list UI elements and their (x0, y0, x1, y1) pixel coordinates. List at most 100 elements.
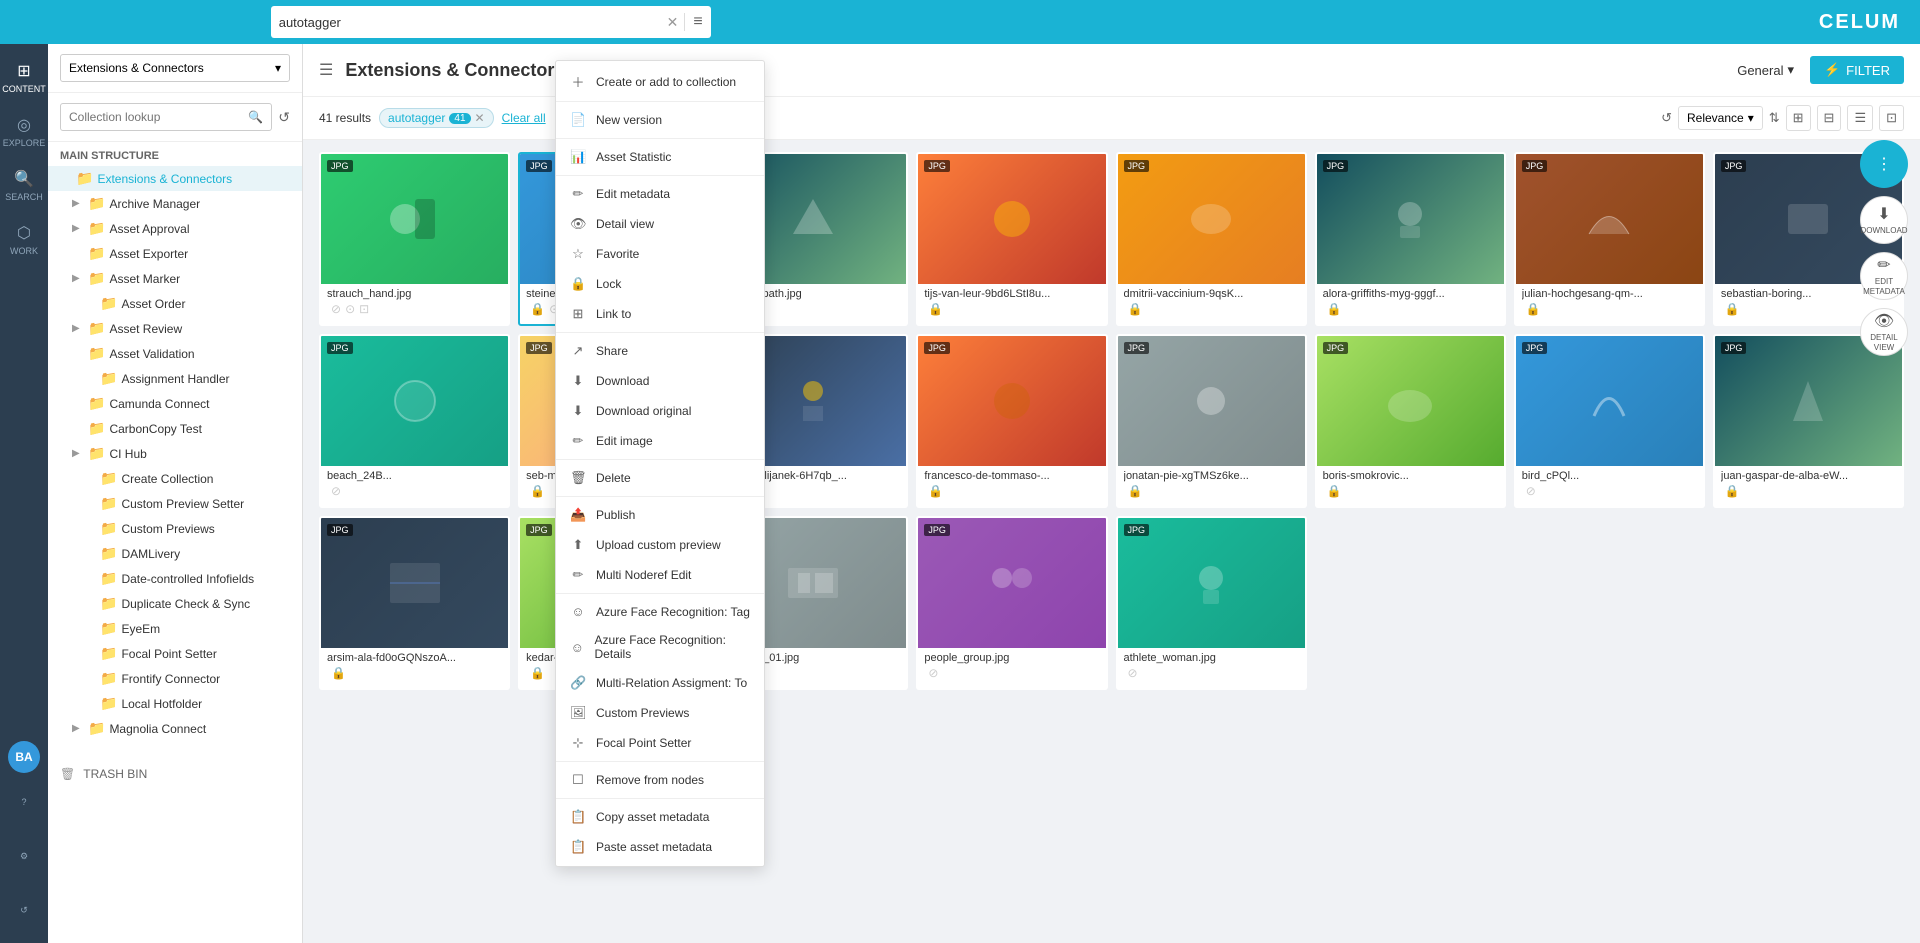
grid-view-button[interactable]: ⊞ (1786, 105, 1811, 131)
tree-item-asset-approval[interactable]: ▶ 📁 Asset Approval (48, 216, 302, 241)
menu-item-copy-asset-metadata[interactable]: 📋 Copy asset metadata (556, 802, 764, 832)
tree-item-asset-validation[interactable]: 📁 Asset Validation (48, 341, 302, 366)
action-icon[interactable]: ⊙ (345, 302, 355, 316)
results-refresh-icon[interactable]: ↺ (1661, 110, 1672, 126)
menu-item-new-version[interactable]: 📄 New version (556, 105, 764, 135)
menu-item-publish[interactable]: 📤 Publish (556, 500, 764, 530)
help-button[interactable]: ? (2, 777, 46, 827)
image-card[interactable]: JPG juan-gaspar-de-alba-eW... 🔒 (1713, 334, 1904, 508)
tree-item-carboncopy-test[interactable]: 📁 CarbonCopy Test (48, 416, 302, 441)
menu-item-upload-custom-preview[interactable]: ⬆ Upload custom preview (556, 530, 764, 560)
tree-item-duplicate-check[interactable]: 📁 Duplicate Check & Sync (48, 591, 302, 616)
tree-item-asset-order[interactable]: 📁 Asset Order (48, 291, 302, 316)
tree-item-ci-hub[interactable]: ▶ 📁 CI Hub (48, 441, 302, 466)
trash-bin-item[interactable]: 🗑 TRASH BIN (48, 761, 302, 787)
tree-item-assignment-handler[interactable]: 📁 Assignment Handler (48, 366, 302, 391)
tree-item-asset-exporter[interactable]: 📁 Asset Exporter (48, 241, 302, 266)
image-card[interactable]: JPG bird_cPQl... ⊘ (1514, 334, 1705, 508)
tree-item-date-controlled[interactable]: 📁 Date-controlled Infofields (48, 566, 302, 591)
tree-item-asset-review[interactable]: ▶ 📁 Asset Review (48, 316, 302, 341)
user-avatar[interactable]: BA (8, 741, 40, 773)
collection-lookup-input[interactable] (69, 110, 242, 124)
lock-icon[interactable]: 🔒 (530, 484, 545, 498)
sidebar-item-explore[interactable]: ◎ Explore (2, 106, 46, 156)
image-card[interactable]: JPG tijs-van-leur-9bd6LStI8u... 🔒 (916, 152, 1107, 326)
edit-metadata-fab-button[interactable]: ✏ EDIT METADATA (1860, 252, 1908, 300)
tree-item-archive-manager[interactable]: ▶ 📁 Archive Manager (48, 191, 302, 216)
image-card[interactable]: JPG boris-smokrovic... 🔒 (1315, 334, 1506, 508)
split-view-button[interactable]: ⊡ (1879, 105, 1904, 131)
lock-icon[interactable]: 🔒 (1725, 484, 1740, 498)
menu-item-download-original[interactable]: ⬇ Download original (556, 396, 764, 426)
image-card[interactable]: JPG athlete_woman.jpg ⊘ (1116, 516, 1307, 690)
sidebar-item-search[interactable]: 🔍 Search (2, 160, 46, 210)
lock-icon[interactable]: 🔒 (1128, 302, 1143, 316)
filter-button[interactable]: ⚡ FILTER (1810, 56, 1904, 84)
image-card[interactable]: JPG beach_24B... ⊘ (319, 334, 510, 508)
sync-button[interactable]: ↺ (2, 885, 46, 935)
menu-item-azure-face-details[interactable]: ☺ Azure Face Recognition: Details (556, 626, 764, 668)
lock-icon[interactable]: 🔒 (530, 666, 545, 680)
menu-item-create-collection[interactable]: ＋ Create or add to collection (556, 65, 764, 98)
menu-item-edit-image[interactable]: ✏ Edit image (556, 426, 764, 456)
image-card[interactable]: JPG arsim-ala-fd0oGQNszoA... 🔒 (319, 516, 510, 690)
menu-item-paste-asset-metadata[interactable]: 📋 Paste asset metadata (556, 832, 764, 862)
menu-item-azure-face-tag[interactable]: ☺ Azure Face Recognition: Tag (556, 597, 764, 626)
hamburger-menu-icon[interactable]: ☰ (319, 60, 333, 80)
image-card[interactable]: JPG jonatan-pie-xgTMSz6ke... 🔒 (1116, 334, 1307, 508)
menu-item-favorite[interactable]: ☆ Favorite (556, 239, 764, 269)
menu-item-link-to[interactable]: ⊞ Link to (556, 299, 764, 329)
action-icon[interactable]: ⊘ (1128, 666, 1138, 680)
filter-tag-remove-icon[interactable]: ✕ (475, 111, 485, 125)
lock-icon[interactable]: 🔒 (1128, 484, 1143, 498)
general-dropdown[interactable]: General ▾ (1729, 58, 1802, 82)
sort-dropdown[interactable]: Relevance ▾ (1678, 106, 1763, 130)
menu-item-focal-point-setter[interactable]: ⊹ Focal Point Setter (556, 728, 764, 758)
lock-icon[interactable]: 🔒 (1327, 302, 1342, 316)
tree-item-extensions-connectors[interactable]: 📁 Extensions & Connectors (48, 166, 302, 191)
menu-item-custom-previews[interactable]: 🖼 Custom Previews (556, 698, 764, 728)
action-icon[interactable]: ⊘ (1526, 484, 1536, 498)
menu-item-multi-relation-assignment[interactable]: 🔗 Multi-Relation Assigment: To (556, 668, 764, 698)
image-card[interactable]: JPG strauch_hand.jpg ⊘ ⊙ ⊡ (319, 152, 510, 326)
detail-view-fab-button[interactable]: 👁 DETAIL VIEW (1860, 308, 1908, 356)
tree-item-frontify-connector[interactable]: 📁 Frontify Connector (48, 666, 302, 691)
lock-icon[interactable]: 🔒 (530, 302, 545, 316)
image-card[interactable]: JPG people_group.jpg ⊘ (916, 516, 1107, 690)
action-icon[interactable]: ⊘ (331, 484, 341, 498)
tree-item-custom-preview-setter[interactable]: 📁 Custom Preview Setter (48, 491, 302, 516)
tree-item-create-collection[interactable]: 📁 Create Collection (48, 466, 302, 491)
menu-item-edit-metadata[interactable]: ✏ Edit metadata (556, 179, 764, 209)
lock-icon[interactable]: 🔒 (1327, 484, 1342, 498)
menu-item-download[interactable]: ⬇ Download (556, 366, 764, 396)
collection-search-icon[interactable]: 🔍 (248, 110, 263, 124)
lock-icon[interactable]: 🔒 (928, 484, 943, 498)
collection-refresh-icon[interactable]: ↺ (278, 109, 290, 126)
lock-icon[interactable]: 🔒 (928, 302, 943, 316)
menu-item-share[interactable]: ↗ Share (556, 336, 764, 366)
search-options-icon[interactable]: ≡ (684, 13, 702, 31)
tree-item-magnolia-connect[interactable]: ▶ 📁 Magnolia Connect (48, 716, 302, 741)
menu-item-detail-view[interactable]: 👁 Detail view (556, 209, 764, 239)
sort-order-icon[interactable]: ⇅ (1769, 110, 1780, 126)
sidebar-item-work[interactable]: ⬡ Work (2, 214, 46, 264)
search-input[interactable]: autotagger (279, 15, 661, 30)
lock-icon[interactable]: 🔒 (1526, 302, 1541, 316)
tree-item-damlibery[interactable]: 📁 DAMLivery (48, 541, 302, 566)
more-actions-button[interactable]: ⋮ (1860, 140, 1908, 188)
action-icon[interactable]: ⊡ (359, 302, 369, 316)
menu-item-remove-from-nodes[interactable]: ☐ Remove from nodes (556, 765, 764, 795)
clear-all-button[interactable]: Clear all (502, 111, 546, 125)
menu-item-lock[interactable]: 🔒 Lock (556, 269, 764, 299)
image-card[interactable]: JPG dmitrii-vaccinium-9qsK... 🔒 (1116, 152, 1307, 326)
action-icon[interactable]: ⊘ (331, 302, 341, 316)
sidebar-item-content[interactable]: ⊞ Content (2, 52, 46, 102)
lock-icon[interactable]: 🔒 (1725, 302, 1740, 316)
action-icon[interactable]: ⊘ (928, 666, 938, 680)
tree-item-eyeem[interactable]: 📁 EyeEm (48, 616, 302, 641)
tree-item-camunda-connect[interactable]: 📁 Camunda Connect (48, 391, 302, 416)
image-card[interactable]: JPG julian-hochgesang-qm-... 🔒 (1514, 152, 1705, 326)
lock-icon[interactable]: 🔒 (331, 666, 346, 680)
settings-button[interactable]: ⚙ (2, 831, 46, 881)
download-fab-button[interactable]: ⬇ DOWNLOAD (1860, 196, 1908, 244)
